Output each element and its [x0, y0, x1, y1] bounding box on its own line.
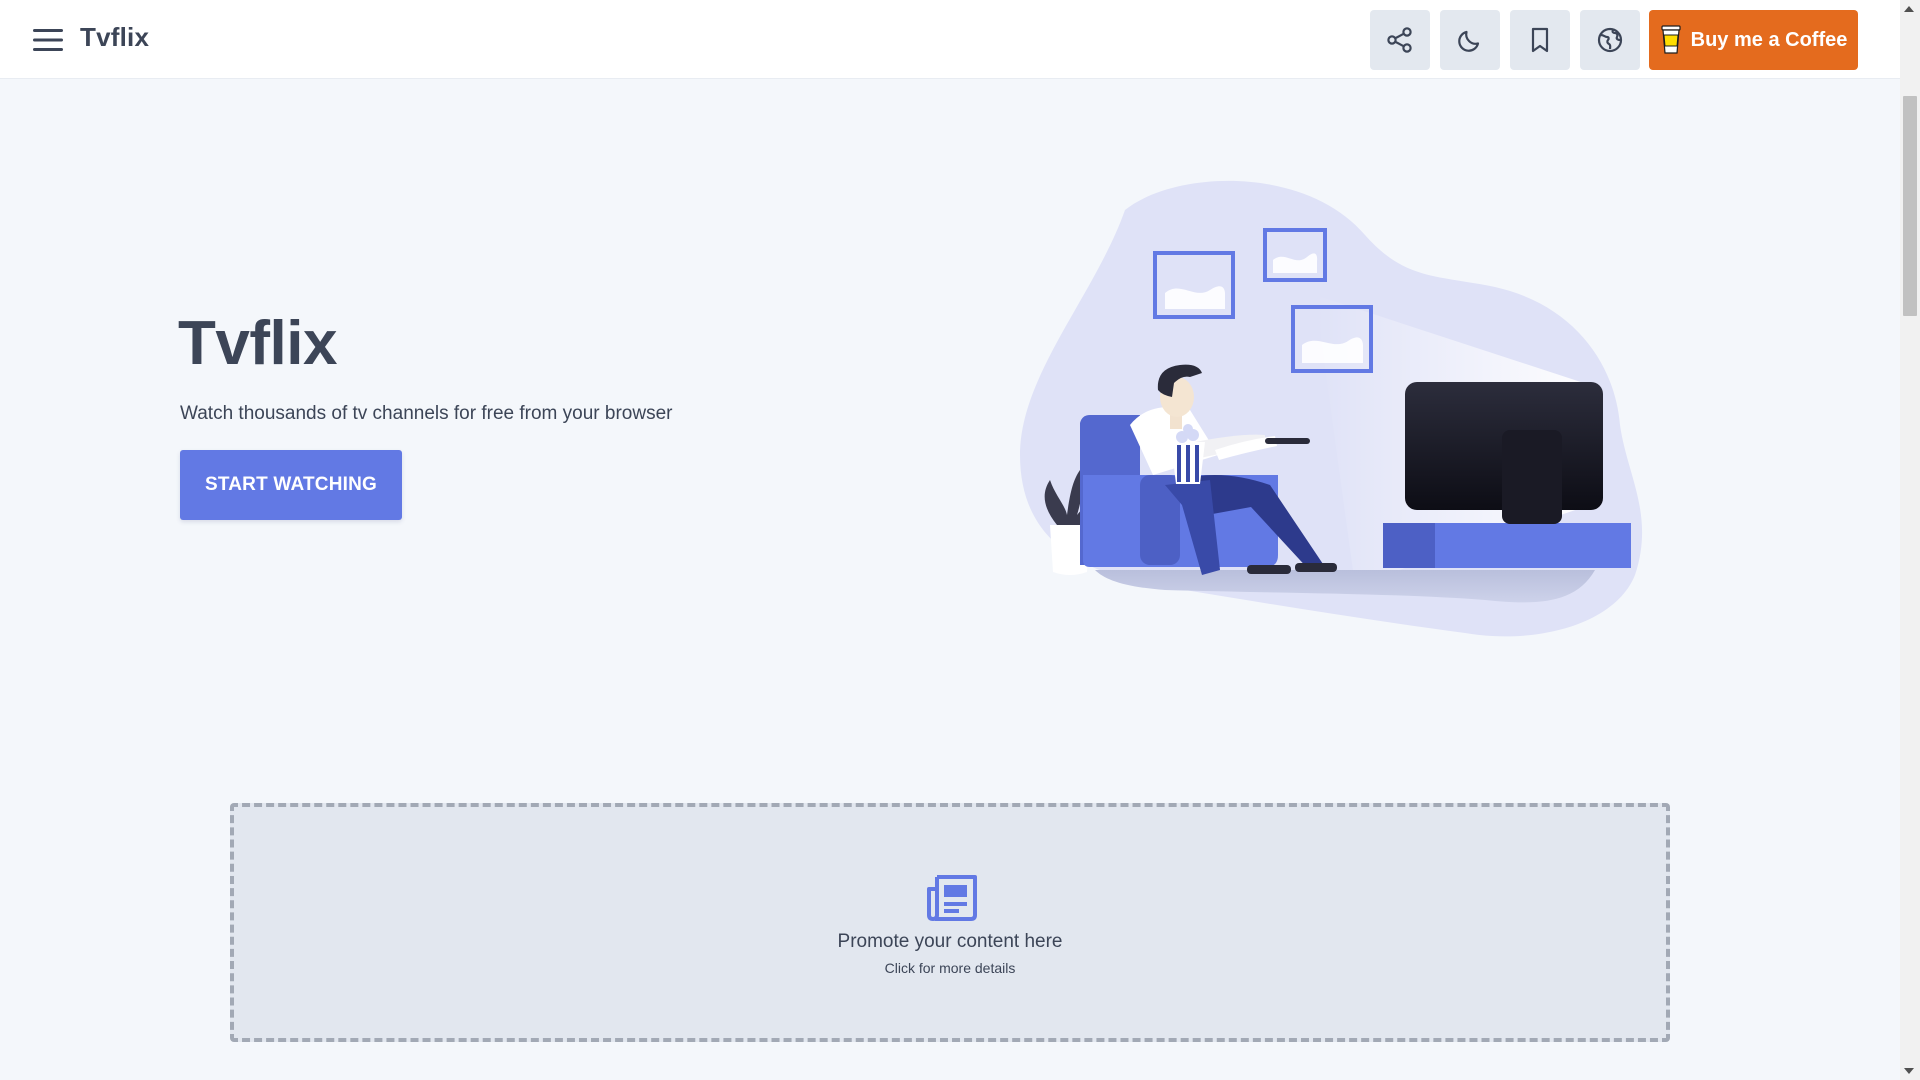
brand-name[interactable]: Tvflix [80, 22, 149, 53]
promo-title: Promote your content here [837, 931, 1063, 952]
share-button[interactable] [1370, 10, 1430, 70]
buy-me-a-coffee-label: Buy me a Coffee [1690, 28, 1848, 51]
share-icon [1387, 27, 1412, 53]
top-header: Tvflix Buy me a Coffee [0, 0, 1900, 79]
globe-icon [1597, 27, 1623, 53]
hamburger-menu-icon [33, 29, 63, 51]
hero-title: Tvflix [178, 309, 337, 378]
bookmark-button[interactable] [1510, 10, 1570, 70]
promote-content-box[interactable]: Promote your content here Click for more… [230, 803, 1670, 1042]
theme-toggle-button[interactable] [1440, 10, 1500, 70]
newspaper-icon [927, 875, 977, 921]
scroll-up-arrow-icon[interactable] [1904, 6, 1914, 12]
start-watching-button[interactable]: START WATCHING [180, 450, 402, 520]
hero-subtitle: Watch thousands of tv channels for free … [180, 403, 673, 424]
promo-subtitle: Click for more details [884, 960, 1016, 976]
bookmark-icon [1531, 27, 1549, 53]
hero-illustration [1020, 180, 1643, 637]
menu-button[interactable] [28, 22, 68, 58]
buy-me-a-coffee-button[interactable]: Buy me a Coffee [1649, 10, 1858, 70]
scrollbar-thumb[interactable] [1903, 96, 1917, 316]
moon-icon [1458, 30, 1480, 52]
language-button[interactable] [1580, 10, 1640, 70]
coffee-cup-icon [1661, 25, 1681, 54]
scroll-down-arrow-icon[interactable] [1904, 1068, 1914, 1074]
vertical-scrollbar[interactable] [1900, 0, 1920, 1080]
